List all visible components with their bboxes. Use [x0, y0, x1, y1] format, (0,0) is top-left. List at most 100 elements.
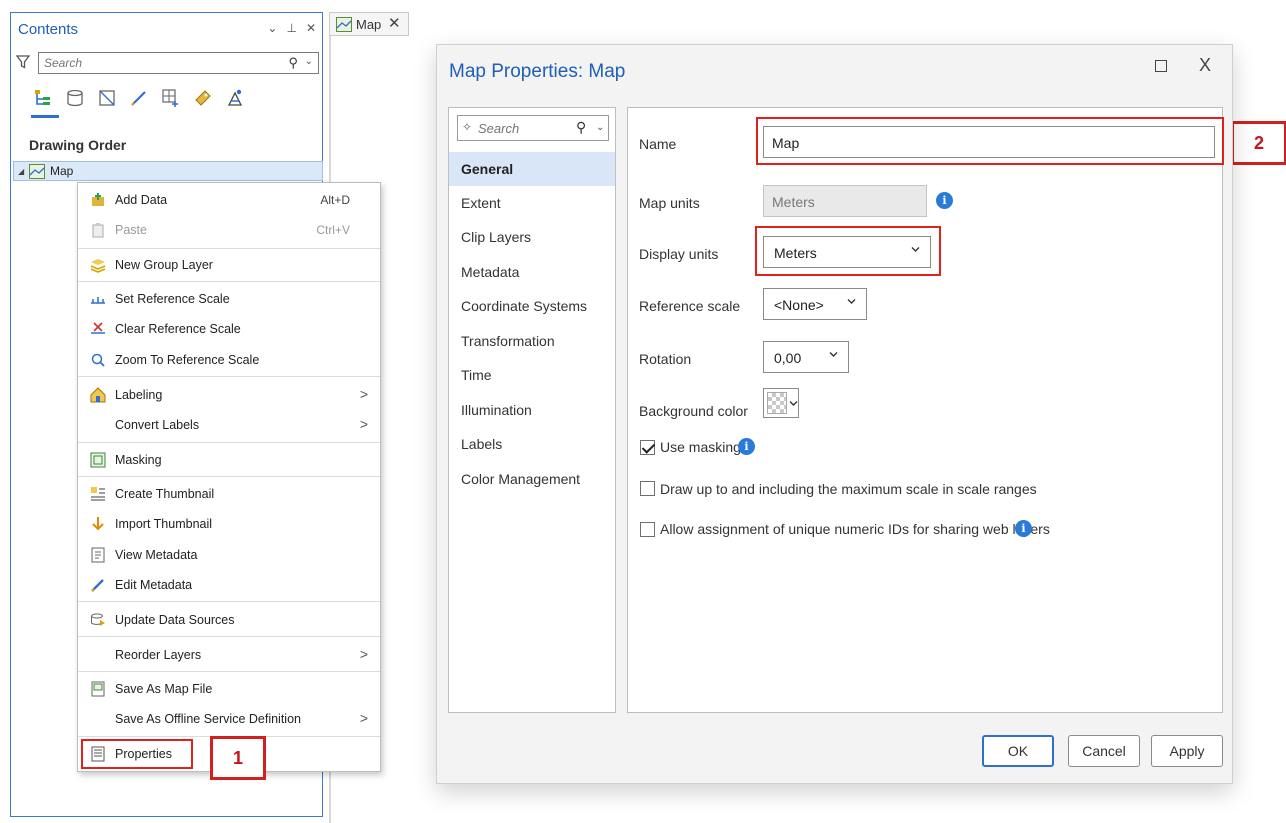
context-menu: Add Data Alt+D Paste Ctrl+V New Group La… [77, 182, 381, 772]
apply-button[interactable]: Apply [1151, 735, 1223, 767]
maximize-icon[interactable] [1155, 60, 1167, 72]
draw-max-scale-checkbox[interactable] [640, 481, 655, 496]
editing-view-icon[interactable] [127, 86, 151, 110]
menu-item-set-reference-scale[interactable]: Set Reference Scale [78, 285, 380, 313]
dialog-close-icon[interactable]: X [1199, 55, 1211, 76]
expand-triangle-icon[interactable]: ◢ [18, 167, 24, 176]
menu-item-masking[interactable]: Masking [78, 446, 380, 474]
menu-item-view-metadata[interactable]: View Metadata [78, 541, 380, 569]
data-source-view-icon[interactable] [63, 86, 87, 110]
transparent-swatch [767, 392, 787, 414]
use-masking-checkbox[interactable] [640, 440, 655, 455]
search-options-chevron-icon[interactable]: ⌄ [596, 122, 604, 133]
nav-item-labels[interactable]: Labels [449, 427, 615, 461]
nav-search-input[interactable] [478, 120, 568, 137]
menu-item-reorder-layers[interactable]: Reorder Layers > [78, 641, 380, 669]
labeling-view-icon[interactable] [191, 86, 215, 110]
nav-item-color-management[interactable]: Color Management [449, 462, 615, 496]
reference-scale-select[interactable]: <None> [763, 288, 867, 320]
menu-item-clear-reference-scale[interactable]: Clear Reference Scale [78, 315, 380, 343]
sparkle-icon: ✧ [462, 120, 473, 134]
nav-item-label: Labels [461, 436, 503, 452]
menu-separator [78, 281, 380, 282]
cancel-button[interactable]: Cancel [1068, 735, 1140, 767]
nav-item-extent[interactable]: Extent [449, 186, 615, 220]
menu-item-label: Paste [115, 223, 147, 237]
menu-item-save-as-map-file[interactable]: Save As Map File [78, 675, 380, 703]
close-pane-icon[interactable]: ✕ [306, 21, 316, 35]
drawing-order-heading: Drawing Order [29, 137, 127, 153]
menu-item-labeling[interactable]: Labeling > [78, 381, 380, 409]
filter-icon[interactable] [16, 55, 30, 69]
nav-item-label: Extent [461, 195, 501, 211]
nav-item-coordinate-systems[interactable]: Coordinate Systems [449, 289, 615, 323]
use-masking-label: Use masking [660, 439, 741, 455]
menu-separator [78, 671, 380, 672]
menu-item-update-data-sources[interactable]: Update Data Sources [78, 606, 380, 634]
menu-item-label: Update Data Sources [115, 613, 235, 627]
menu-item-import-thumbnail[interactable]: Import Thumbnail [78, 510, 380, 538]
map-units-label: Map units [639, 195, 700, 211]
menu-separator [78, 442, 380, 443]
menu-separator [78, 376, 380, 377]
map-tab-close-icon[interactable]: ✕ [388, 14, 401, 32]
nav-item-clip-layers[interactable]: Clip Layers [449, 220, 615, 254]
map-layer-label: Map [50, 164, 74, 178]
menu-item-label: Save As Offline Service Definition [115, 712, 301, 726]
active-view-underline [31, 115, 59, 118]
symbology-view-icon[interactable] [223, 86, 247, 110]
menu-separator [78, 601, 380, 602]
chevron-down-icon [847, 299, 856, 304]
menu-item-new-group-layer[interactable]: New Group Layer [78, 251, 380, 279]
info-icon[interactable]: i [936, 192, 953, 209]
rotation-select[interactable]: 0,00 [763, 341, 849, 373]
pin-icon[interactable]: ⊥ [286, 21, 296, 35]
reference-scale-value: <None> [774, 297, 824, 313]
submenu-arrow-icon: > [359, 386, 368, 402]
snapping-view-icon[interactable] [159, 86, 183, 110]
selection-view-icon[interactable] [95, 86, 119, 110]
draw-max-scale-label: Draw up to and including the maximum sca… [660, 481, 1037, 497]
ok-button[interactable]: OK [982, 735, 1054, 767]
pane-options-dropdown-icon[interactable]: ⌄ [267, 21, 277, 35]
menu-item-create-thumbnail[interactable]: Create Thumbnail [78, 480, 380, 508]
properties-highlight-box [81, 739, 193, 769]
save-map-icon [91, 681, 105, 697]
menu-item-paste[interactable]: Paste Ctrl+V [78, 216, 380, 244]
map-view-tab[interactable]: Map ✕ [329, 12, 409, 36]
info-icon[interactable]: i [738, 438, 755, 455]
menu-item-convert-labels[interactable]: Convert Labels > [78, 411, 380, 439]
nav-search[interactable]: ✧ ⚲ ⌄ [457, 115, 609, 141]
menu-item-edit-metadata[interactable]: Edit Metadata [78, 571, 380, 599]
submenu-arrow-icon: > [359, 416, 368, 432]
menu-separator [78, 636, 380, 637]
menu-item-label: Add Data [115, 193, 168, 207]
drawing-order-view-icon[interactable] [31, 86, 55, 110]
masking-icon [90, 452, 106, 468]
menu-item-zoom-to-reference-scale[interactable]: Zoom To Reference Scale [78, 346, 380, 374]
add-data-icon [92, 193, 104, 206]
menu-item-add-data[interactable]: Add Data Alt+D [78, 186, 380, 214]
contents-search[interactable]: ⚲ ⌄ [38, 52, 319, 74]
nav-item-metadata[interactable]: Metadata [449, 255, 615, 289]
unique-ids-checkbox[interactable] [640, 522, 655, 537]
contents-header: Contents ⌄ ⊥ ✕ [11, 13, 322, 43]
rotation-label: Rotation [639, 351, 692, 367]
search-options-chevron-icon[interactable]: ⌄ [305, 56, 313, 67]
nav-item-transformation[interactable]: Transformation [449, 324, 615, 358]
map-layer-row[interactable]: ◢ Map [13, 161, 323, 181]
nav-item-illumination[interactable]: Illumination [449, 393, 615, 427]
info-icon[interactable]: i [1015, 520, 1032, 537]
contents-search-input[interactable] [44, 55, 274, 71]
nav-item-general[interactable]: General [449, 152, 615, 186]
background-color-picker[interactable] [763, 388, 799, 418]
callout-1: 1 [210, 736, 266, 780]
menu-item-label: New Group Layer [115, 258, 213, 272]
update-sources-icon [91, 613, 105, 626]
nav-item-label: Transformation [461, 333, 555, 349]
search-icon[interactable]: ⚲ [576, 119, 586, 136]
search-icon[interactable]: ⚲ [288, 55, 298, 71]
nav-item-time[interactable]: Time [449, 358, 615, 392]
menu-item-save-as-offline-service-definition[interactable]: Save As Offline Service Definition > [78, 705, 380, 733]
menu-item-shortcut: Alt+D [320, 193, 350, 207]
